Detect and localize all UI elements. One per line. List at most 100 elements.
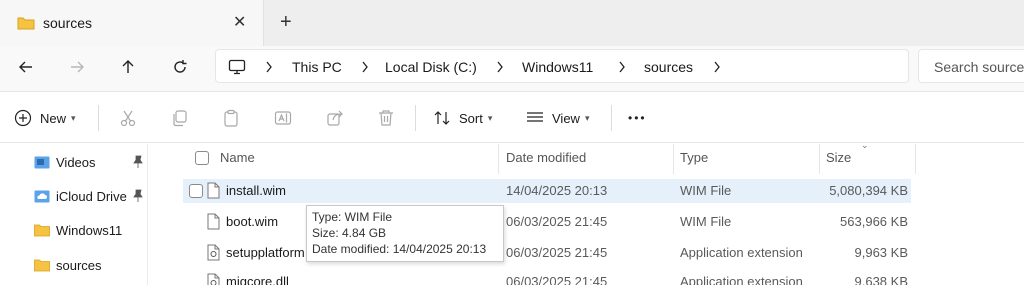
column-header-size[interactable]: Size — [826, 150, 851, 165]
chevron-down-icon: ▾ — [584, 112, 590, 123]
breadcrumb-windows11[interactable]: Windows11 — [522, 59, 593, 75]
chevron-right-icon — [619, 61, 625, 73]
divider — [98, 105, 99, 131]
file-date: 06/03/2025 21:45 — [506, 214, 608, 229]
table-row[interactable]: setupplatform 06/03/2025 21:45 Applicati… — [183, 241, 911, 265]
sidebar-item-label: iCloud Drive — [56, 188, 127, 204]
sidebar-item-sources[interactable]: sources — [34, 255, 148, 275]
file-info-tooltip: Type: WIM File Size: 4.84 GB Date modifi… — [306, 205, 504, 262]
chevron-right-icon — [362, 61, 368, 73]
sidebar-item-label: sources — [56, 257, 102, 273]
divider — [611, 105, 612, 131]
row-checkbox[interactable] — [189, 184, 203, 198]
file-size: 563,966 KB — [840, 214, 908, 229]
paste-button[interactable] — [222, 105, 240, 131]
folder-icon — [17, 17, 35, 30]
copy-icon — [173, 110, 187, 127]
file-size: 5,080,394 KB — [829, 183, 908, 198]
refresh-icon — [174, 60, 187, 73]
file-type: Application extension — [680, 245, 803, 260]
column-divider[interactable] — [915, 144, 916, 174]
dll-file-icon — [207, 244, 220, 261]
select-all-checkbox[interactable] — [195, 151, 209, 165]
column-header-type[interactable]: Type — [680, 150, 708, 165]
file-date: 06/03/2025 21:45 — [506, 274, 608, 285]
navigation-pane: Videos iCloud Drive Windows11 sources — [0, 144, 148, 285]
up-button[interactable] — [114, 54, 142, 80]
breadcrumb-sources[interactable]: sources — [644, 59, 693, 75]
tab-title: sources — [43, 15, 93, 31]
file-size: 9,638 KB — [854, 274, 909, 285]
refresh-button[interactable] — [166, 54, 194, 80]
file-name: migcore.dll — [226, 274, 289, 285]
share-icon — [327, 110, 343, 126]
more-icon: ••• — [628, 111, 647, 125]
sort-icon — [434, 111, 450, 125]
pin-icon[interactable] — [132, 155, 144, 169]
scissors-icon — [120, 110, 136, 127]
rename-button[interactable] — [274, 105, 292, 131]
tab-sources[interactable]: sources ✕ — [0, 0, 264, 46]
delete-button[interactable] — [377, 105, 395, 131]
sidebar-item-videos[interactable]: Videos — [34, 152, 148, 172]
more-options-button[interactable]: ••• — [628, 105, 647, 131]
file-size: 9,963 KB — [854, 245, 909, 260]
trash-icon — [379, 110, 393, 126]
sidebar-item-windows11[interactable]: Windows11 — [34, 220, 148, 240]
plus-circle-icon — [14, 109, 32, 127]
tab-strip: sources ✕ + — [0, 0, 1024, 46]
breadcrumb-local-disk[interactable]: Local Disk (C:) — [385, 59, 477, 75]
table-row[interactable]: install.wim 14/04/2025 20:13 WIM File 5,… — [183, 179, 911, 203]
column-divider[interactable] — [498, 144, 499, 174]
back-button[interactable] — [12, 54, 40, 80]
cut-button[interactable] — [119, 105, 137, 131]
breadcrumb-this-pc[interactable]: This PC — [292, 59, 342, 75]
file-type: WIM File — [680, 183, 732, 198]
view-button[interactable]: View ▾ — [526, 105, 589, 131]
new-button[interactable]: New ▾ — [14, 105, 76, 131]
file-date: 14/04/2025 20:13 — [506, 183, 608, 198]
file-name: install.wim — [226, 183, 286, 198]
column-header-date[interactable]: Date modified — [506, 150, 586, 165]
file-type: Application extension — [680, 274, 803, 285]
file-date: 06/03/2025 21:45 — [506, 245, 608, 260]
share-button[interactable] — [326, 105, 344, 131]
file-icon — [207, 213, 220, 230]
copy-button[interactable] — [171, 105, 189, 131]
column-header-name[interactable]: Name — [220, 150, 255, 165]
table-row[interactable]: boot.wim 06/03/2025 21:45 WIM File 563,9… — [183, 210, 911, 234]
tooltip-type: Type: WIM File — [312, 210, 393, 224]
new-tab-button[interactable]: + — [280, 11, 292, 34]
table-row[interactable]: migcore.dll 06/03/2025 21:45 Application… — [183, 270, 911, 285]
clipboard-icon — [224, 109, 238, 127]
tooltip-date: Date modified: 14/04/2025 20:13 — [312, 242, 487, 256]
forward-button[interactable] — [63, 54, 91, 80]
close-tab-icon[interactable]: ✕ — [233, 12, 246, 32]
folder-icon — [34, 224, 50, 237]
file-type: WIM File — [680, 214, 732, 229]
file-list: Name Date modified Type Size ⌄ install.w… — [149, 140, 1024, 285]
new-label: New — [40, 110, 67, 126]
sidebar-item-icloud-drive[interactable]: iCloud Drive — [34, 186, 148, 206]
tooltip-size: Size: 4.84 GB — [312, 226, 387, 240]
command-bar: New ▾ Sort ▾ View ▾ ••• — [0, 93, 1024, 143]
search-input[interactable]: Search sources — [918, 49, 1024, 83]
arrow-right-icon — [71, 61, 84, 73]
view-label: View — [552, 110, 580, 126]
view-list-icon — [527, 112, 543, 122]
column-divider[interactable] — [673, 144, 674, 174]
file-name: setupplatform — [226, 245, 305, 260]
chevron-right-icon[interactable] — [713, 61, 721, 73]
file-icon — [207, 182, 220, 199]
sidebar-item-label: Windows11 — [56, 222, 123, 238]
chevron-down-icon: ▾ — [487, 112, 493, 123]
pin-icon[interactable] — [132, 189, 144, 203]
column-divider[interactable] — [819, 144, 820, 174]
address-bar[interactable]: This PC Local Disk (C:) Windows11 source… — [215, 49, 909, 83]
chevron-right-icon — [266, 61, 272, 73]
file-name: boot.wim — [226, 214, 279, 229]
divider — [415, 105, 416, 131]
sort-label: Sort — [459, 110, 483, 126]
sort-button[interactable]: Sort ▾ — [433, 105, 492, 131]
navigation-bar: This PC Local Disk (C:) Windows11 source… — [0, 46, 1024, 92]
